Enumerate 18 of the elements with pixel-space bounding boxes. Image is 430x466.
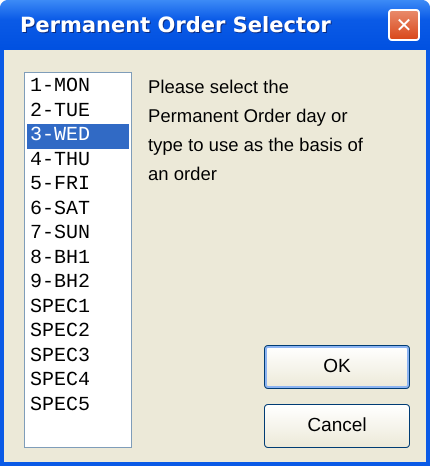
window-title: Permanent Order Selector	[20, 13, 331, 37]
list-item[interactable]: 3-WED	[27, 124, 129, 148]
list-item[interactable]: SPEC3	[27, 344, 129, 369]
list-item[interactable]: SPEC4	[27, 369, 129, 394]
ok-button[interactable]: OK	[264, 345, 410, 389]
list-item[interactable]: SPEC1	[27, 296, 129, 320]
list-item[interactable]: SPEC2	[27, 320, 129, 344]
list-item[interactable]: SPEC5	[27, 394, 129, 418]
list-item[interactable]: 8-BH1	[27, 246, 129, 271]
list-item[interactable]: 6-SAT	[27, 198, 129, 222]
list-item[interactable]: 9-BH2	[27, 271, 129, 296]
list-item[interactable]: 1-MON	[27, 75, 129, 100]
list-item[interactable]: 7-SUN	[27, 222, 129, 246]
list-item[interactable]: 5-FRI	[27, 173, 129, 198]
list-item[interactable]: 2-TUE	[27, 100, 129, 124]
instruction-text: Please select the Permanent Order day or type to use as the basis of an order	[148, 75, 363, 186]
cancel-button[interactable]: Cancel	[264, 404, 410, 448]
list-item[interactable]: 4-THU	[27, 148, 129, 173]
